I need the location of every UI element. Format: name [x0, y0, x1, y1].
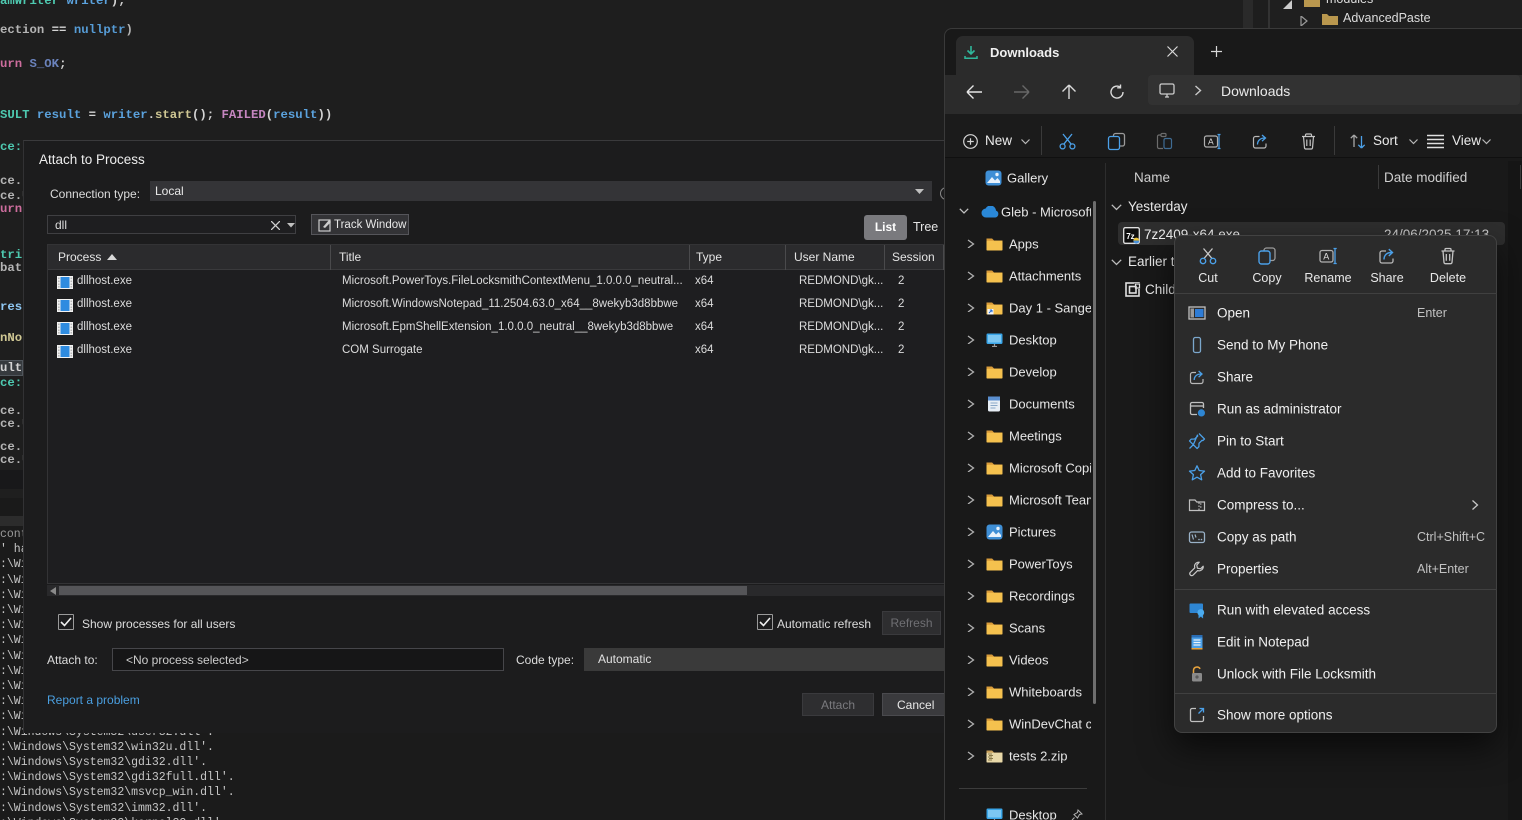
svg-text:7z: 7z	[1126, 232, 1134, 241]
svg-text:A: A	[1323, 252, 1329, 262]
svg-text:A: A	[1208, 137, 1214, 147]
